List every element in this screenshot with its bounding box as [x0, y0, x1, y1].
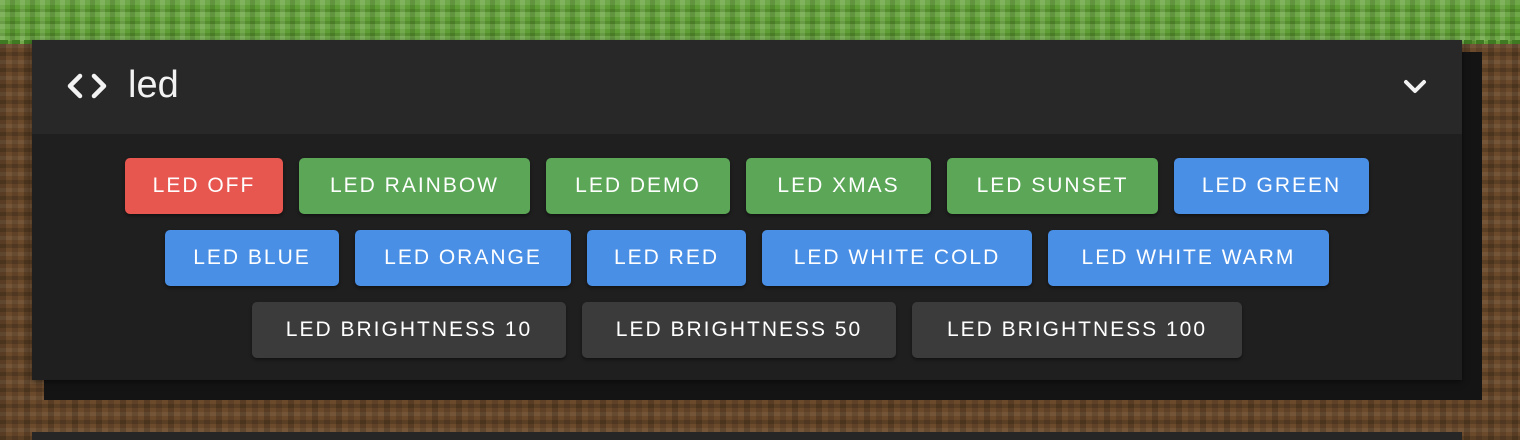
led-card: led LED OFF LED RAINBOW LED DEMO LED XMA… [32, 40, 1462, 380]
chevron-down-icon[interactable] [1400, 72, 1430, 102]
led-green-button[interactable]: LED GREEN [1174, 158, 1369, 214]
led-demo-button[interactable]: LED DEMO [546, 158, 730, 214]
led-sunset-button[interactable]: LED SUNSET [947, 158, 1158, 214]
led-brightness-10-button[interactable]: LED BRIGHTNESS 10 [252, 302, 566, 358]
led-white-cold-button[interactable]: LED WHITE COLD [762, 230, 1032, 286]
card-header[interactable]: led [32, 40, 1462, 134]
led-blue-button[interactable]: LED BLUE [165, 230, 339, 286]
led-rainbow-button[interactable]: LED RAINBOW [299, 158, 530, 214]
led-brightness-100-button[interactable]: LED BRIGHTNESS 100 [912, 302, 1242, 358]
led-red-button[interactable]: LED RED [587, 230, 746, 286]
led-off-button[interactable]: LED OFF [125, 158, 283, 214]
next-card-edge [32, 432, 1462, 440]
led-brightness-50-button[interactable]: LED BRIGHTNESS 50 [582, 302, 896, 358]
led-white-warm-button[interactable]: LED WHITE WARM [1048, 230, 1329, 286]
led-xmas-button[interactable]: LED XMAS [746, 158, 931, 214]
card-title: led [128, 64, 179, 106]
led-orange-button[interactable]: LED ORANGE [355, 230, 571, 286]
grass-background [0, 0, 1520, 44]
code-icon [67, 73, 107, 99]
